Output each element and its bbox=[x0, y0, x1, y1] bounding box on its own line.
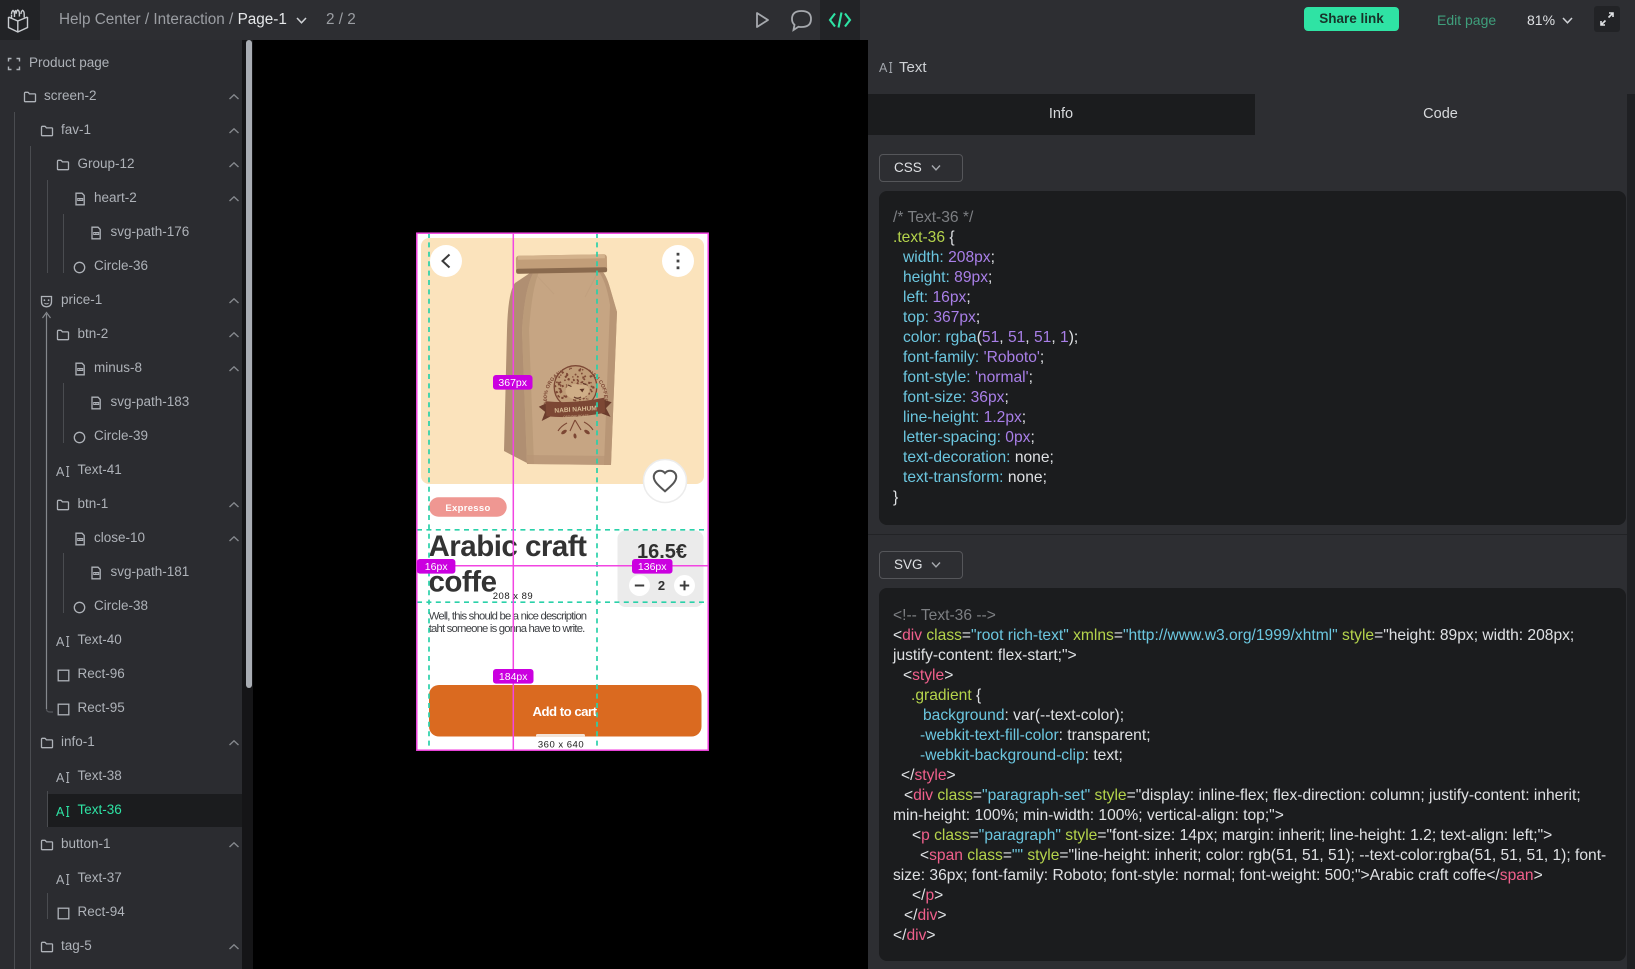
svg-text:A: A bbox=[56, 805, 65, 818]
svg-text:Expresso: Expresso bbox=[445, 503, 490, 514]
svg-text:16px: 16px bbox=[425, 561, 449, 573]
svg-text:A: A bbox=[879, 61, 888, 74]
svg-text:A: A bbox=[56, 873, 65, 886]
svg-text:360 x 640: 360 x 640 bbox=[538, 740, 584, 751]
svg-text:A: A bbox=[56, 771, 65, 784]
svg-text:Add to cart: Add to cart bbox=[532, 704, 597, 719]
svg-text:taht someone is gonna have to: taht someone is gonna have to write. bbox=[429, 623, 585, 635]
svg-text:208 x 89: 208 x 89 bbox=[493, 591, 533, 602]
svg-text:184px: 184px bbox=[499, 671, 528, 683]
svg-text:367px: 367px bbox=[498, 377, 527, 389]
svg-text:136px: 136px bbox=[638, 561, 667, 573]
svg-text:Well, this should be a nice de: Well, this should be a nice description bbox=[429, 611, 587, 623]
svg-text:A: A bbox=[56, 635, 65, 648]
svg-text:Arabic craft: Arabic craft bbox=[429, 530, 588, 563]
svg-text:A: A bbox=[56, 465, 65, 478]
svg-text:2: 2 bbox=[658, 578, 665, 593]
